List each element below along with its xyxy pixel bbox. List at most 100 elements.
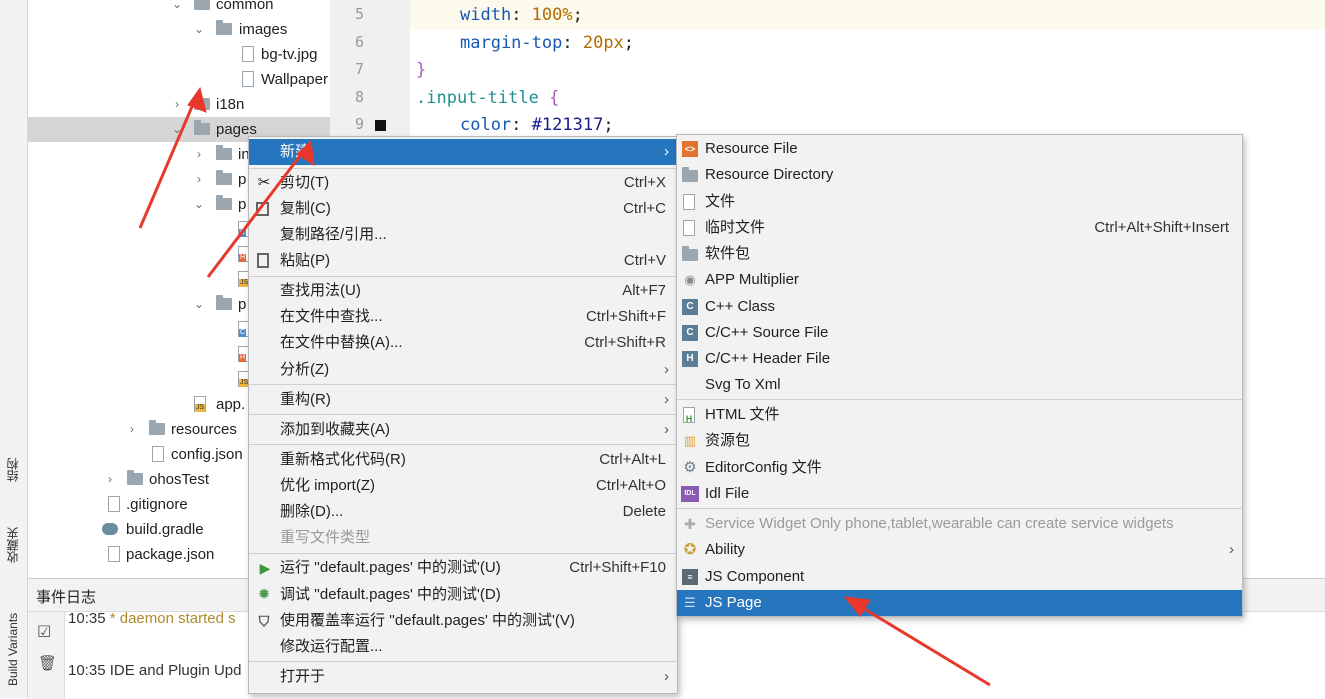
file-icon (683, 194, 695, 210)
folder-icon (149, 420, 165, 435)
submenu-item-ability[interactable]: ✪ Ability › (677, 537, 1242, 563)
chevron-right-icon: › (664, 391, 669, 408)
chevron-right-icon: › (664, 421, 669, 438)
submenu-item-c-source-file[interactable]: C C/C++ Source File (677, 320, 1242, 346)
folder-icon (194, 95, 210, 110)
submenu-item-service-widget: ✚ Service Widget Only phone,tablet,weara… (677, 511, 1242, 537)
submenu-item-cpp-class[interactable]: C C++ Class (677, 294, 1242, 320)
tree-item-images[interactable]: ⌄ images (28, 17, 330, 42)
menu-item-replace-in-files[interactable]: 在文件中替换(A)... Ctrl+Shift+R (249, 330, 677, 356)
submenu-item-app-multiplier[interactable]: ◉ APP Multiplier (677, 267, 1242, 293)
menu-item-open-in[interactable]: 打开于 › (249, 664, 677, 690)
json-file-icon (108, 546, 120, 562)
submenu-item-resource-file[interactable]: <> Resource File (677, 136, 1242, 162)
submenu-item-js-page[interactable]: ☰ JS Page (677, 590, 1242, 616)
menu-item-debug-tests[interactable]: ✹ 调试 ''default.pages' 中的测试'(D) (249, 582, 677, 608)
gitignore-file-icon (108, 496, 120, 512)
chevron-down-icon[interactable]: ⌄ (170, 0, 184, 17)
build-variants-tab-label: Build Variants (6, 612, 20, 686)
scissors-icon: ✂ (257, 174, 271, 191)
package-icon (682, 246, 698, 261)
submenu-item-file[interactable]: 文件 (677, 189, 1242, 215)
submenu-item-html-file[interactable]: H HTML 文件 (677, 402, 1242, 428)
folder-icon (216, 195, 232, 210)
structure-tab[interactable]: 结构 (0, 440, 27, 500)
chevron-down-icon[interactable]: ⌄ (192, 17, 206, 42)
gradle-icon (102, 523, 118, 535)
js-file-icon (194, 396, 206, 412)
menu-item-override-file-type: 重写文件类型 (280, 529, 371, 546)
submenu-item-idl-file[interactable]: IDL Idl File (677, 481, 1242, 507)
menu-separator (249, 384, 677, 385)
menu-item-cut[interactable]: ✂ 剪切(T) Ctrl+X (249, 170, 677, 196)
run-icon: ▶ (259, 560, 271, 576)
chevron-down-icon[interactable]: ⌄ (170, 117, 184, 142)
tree-item-common[interactable]: ⌄ common (28, 0, 330, 17)
submenu-item-package[interactable]: 软件包 (677, 241, 1242, 267)
ability-icon: ✪ (683, 541, 697, 558)
submenu-item-resource-bundle[interactable]: ▥ 资源包 (677, 428, 1242, 454)
menu-item-reformat-code[interactable]: 重新格式化代码(R) Ctrl+Alt+L (249, 447, 677, 473)
chevron-down-icon[interactable]: ⌄ (192, 292, 206, 317)
color-swatch-icon[interactable] (375, 120, 386, 131)
trash-icon[interactable]: 🗑 (38, 654, 57, 672)
build-variants-tab[interactable]: Build Variants (0, 600, 27, 698)
code-line: .input-title { (416, 88, 560, 108)
menu-item-new[interactable]: 新建 › (249, 139, 677, 165)
folder-icon (216, 145, 232, 160)
image-file-icon (242, 46, 254, 62)
menu-item-add-to-favorites[interactable]: 添加到收藏夹(A) › (249, 417, 677, 443)
menu-item-refactor[interactable]: 重构(R) › (249, 387, 677, 413)
menu-separator (249, 276, 677, 277)
tree-item-wallpaper[interactable]: Wallpaper (28, 67, 330, 92)
menu-item-run-with-coverage[interactable]: ⛉ 使用覆盖率运行 ''default.pages' 中的测试'(V) (249, 608, 677, 634)
folder-icon (216, 170, 232, 185)
submenu-item-svg-to-xml[interactable]: Svg To Xml (677, 372, 1242, 398)
menu-item-copy-path[interactable]: 复制路径/引用... (249, 222, 677, 248)
chevron-right-icon[interactable]: › (170, 92, 184, 117)
gear-icon: ⚙ (683, 459, 697, 476)
chevron-right-icon[interactable]: › (192, 167, 206, 192)
menu-item-analyze[interactable]: 分析(Z) › (249, 357, 677, 383)
folder-icon (194, 120, 210, 135)
menu-item-delete[interactable]: 删除(D)... Delete (249, 499, 677, 525)
menu-separator (249, 661, 677, 662)
folder-icon (216, 295, 232, 310)
menu-item-paste[interactable]: 粘贴(P) Ctrl+V (249, 248, 677, 274)
submenu-item-js-component[interactable]: ≡ JS Component (677, 564, 1242, 590)
menu-item-modify-run-config[interactable]: 修改运行配置... (249, 634, 677, 660)
submenu-item-scratch-file[interactable]: 临时文件 Ctrl+Alt+Shift+Insert (677, 215, 1242, 241)
c-header-icon: H (682, 351, 698, 367)
menu-item-optimize-imports[interactable]: 优化 import(Z) Ctrl+Alt+O (249, 473, 677, 499)
line-number: 9 (354, 115, 364, 133)
chevron-right-icon[interactable]: › (192, 142, 206, 167)
chevron-right-icon[interactable]: › (125, 417, 139, 442)
image-file-icon (242, 71, 254, 87)
submenu-item-editorconfig[interactable]: ⚙ EditorConfig 文件 (677, 455, 1242, 481)
favorites-tab[interactable]: 收藏夹 (0, 510, 27, 580)
chevron-right-icon: › (664, 668, 669, 685)
submenu-item-resource-directory[interactable]: Resource Directory (677, 162, 1242, 188)
chevron-right-icon[interactable]: › (103, 467, 117, 492)
paste-icon (257, 253, 269, 268)
menu-item-find-in-files[interactable]: 在文件中查找... Ctrl+Shift+F (249, 304, 677, 330)
folder-icon (194, 0, 210, 10)
menu-item-copy[interactable]: 复制(C) Ctrl+C (249, 196, 677, 222)
menu-separator (677, 508, 1242, 509)
menu-item-find-usages[interactable]: 查找用法(U) Alt+F7 (249, 278, 677, 304)
chevron-right-icon: › (1229, 541, 1234, 558)
menu-item-run-tests[interactable]: ▶ 运行 ''default.pages' 中的测试'(U) Ctrl+Shif… (249, 555, 677, 581)
favorites-tab-label: 收藏夹 (6, 527, 20, 563)
coverage-icon: ⛉ (258, 613, 270, 629)
tree-item-bg-tv[interactable]: bg-tv.jpg (28, 42, 330, 67)
js-page-icon: ☰ (684, 595, 696, 610)
copy-icon (256, 202, 269, 216)
log-line: 10:35 * daemon started s (68, 610, 236, 627)
tree-item-i18n[interactable]: › i18n (28, 92, 330, 117)
submenu-item-c-header-file[interactable]: H C/C++ Header File (677, 346, 1242, 372)
line-number: 8 (354, 88, 364, 106)
mark-read-icon[interactable]: ☑ (37, 622, 51, 642)
code-editor[interactable]: width: 100%; margin-top: 20px; } .input-… (410, 0, 1325, 140)
line-number: 6 (354, 33, 364, 51)
chevron-down-icon[interactable]: ⌄ (192, 192, 206, 217)
